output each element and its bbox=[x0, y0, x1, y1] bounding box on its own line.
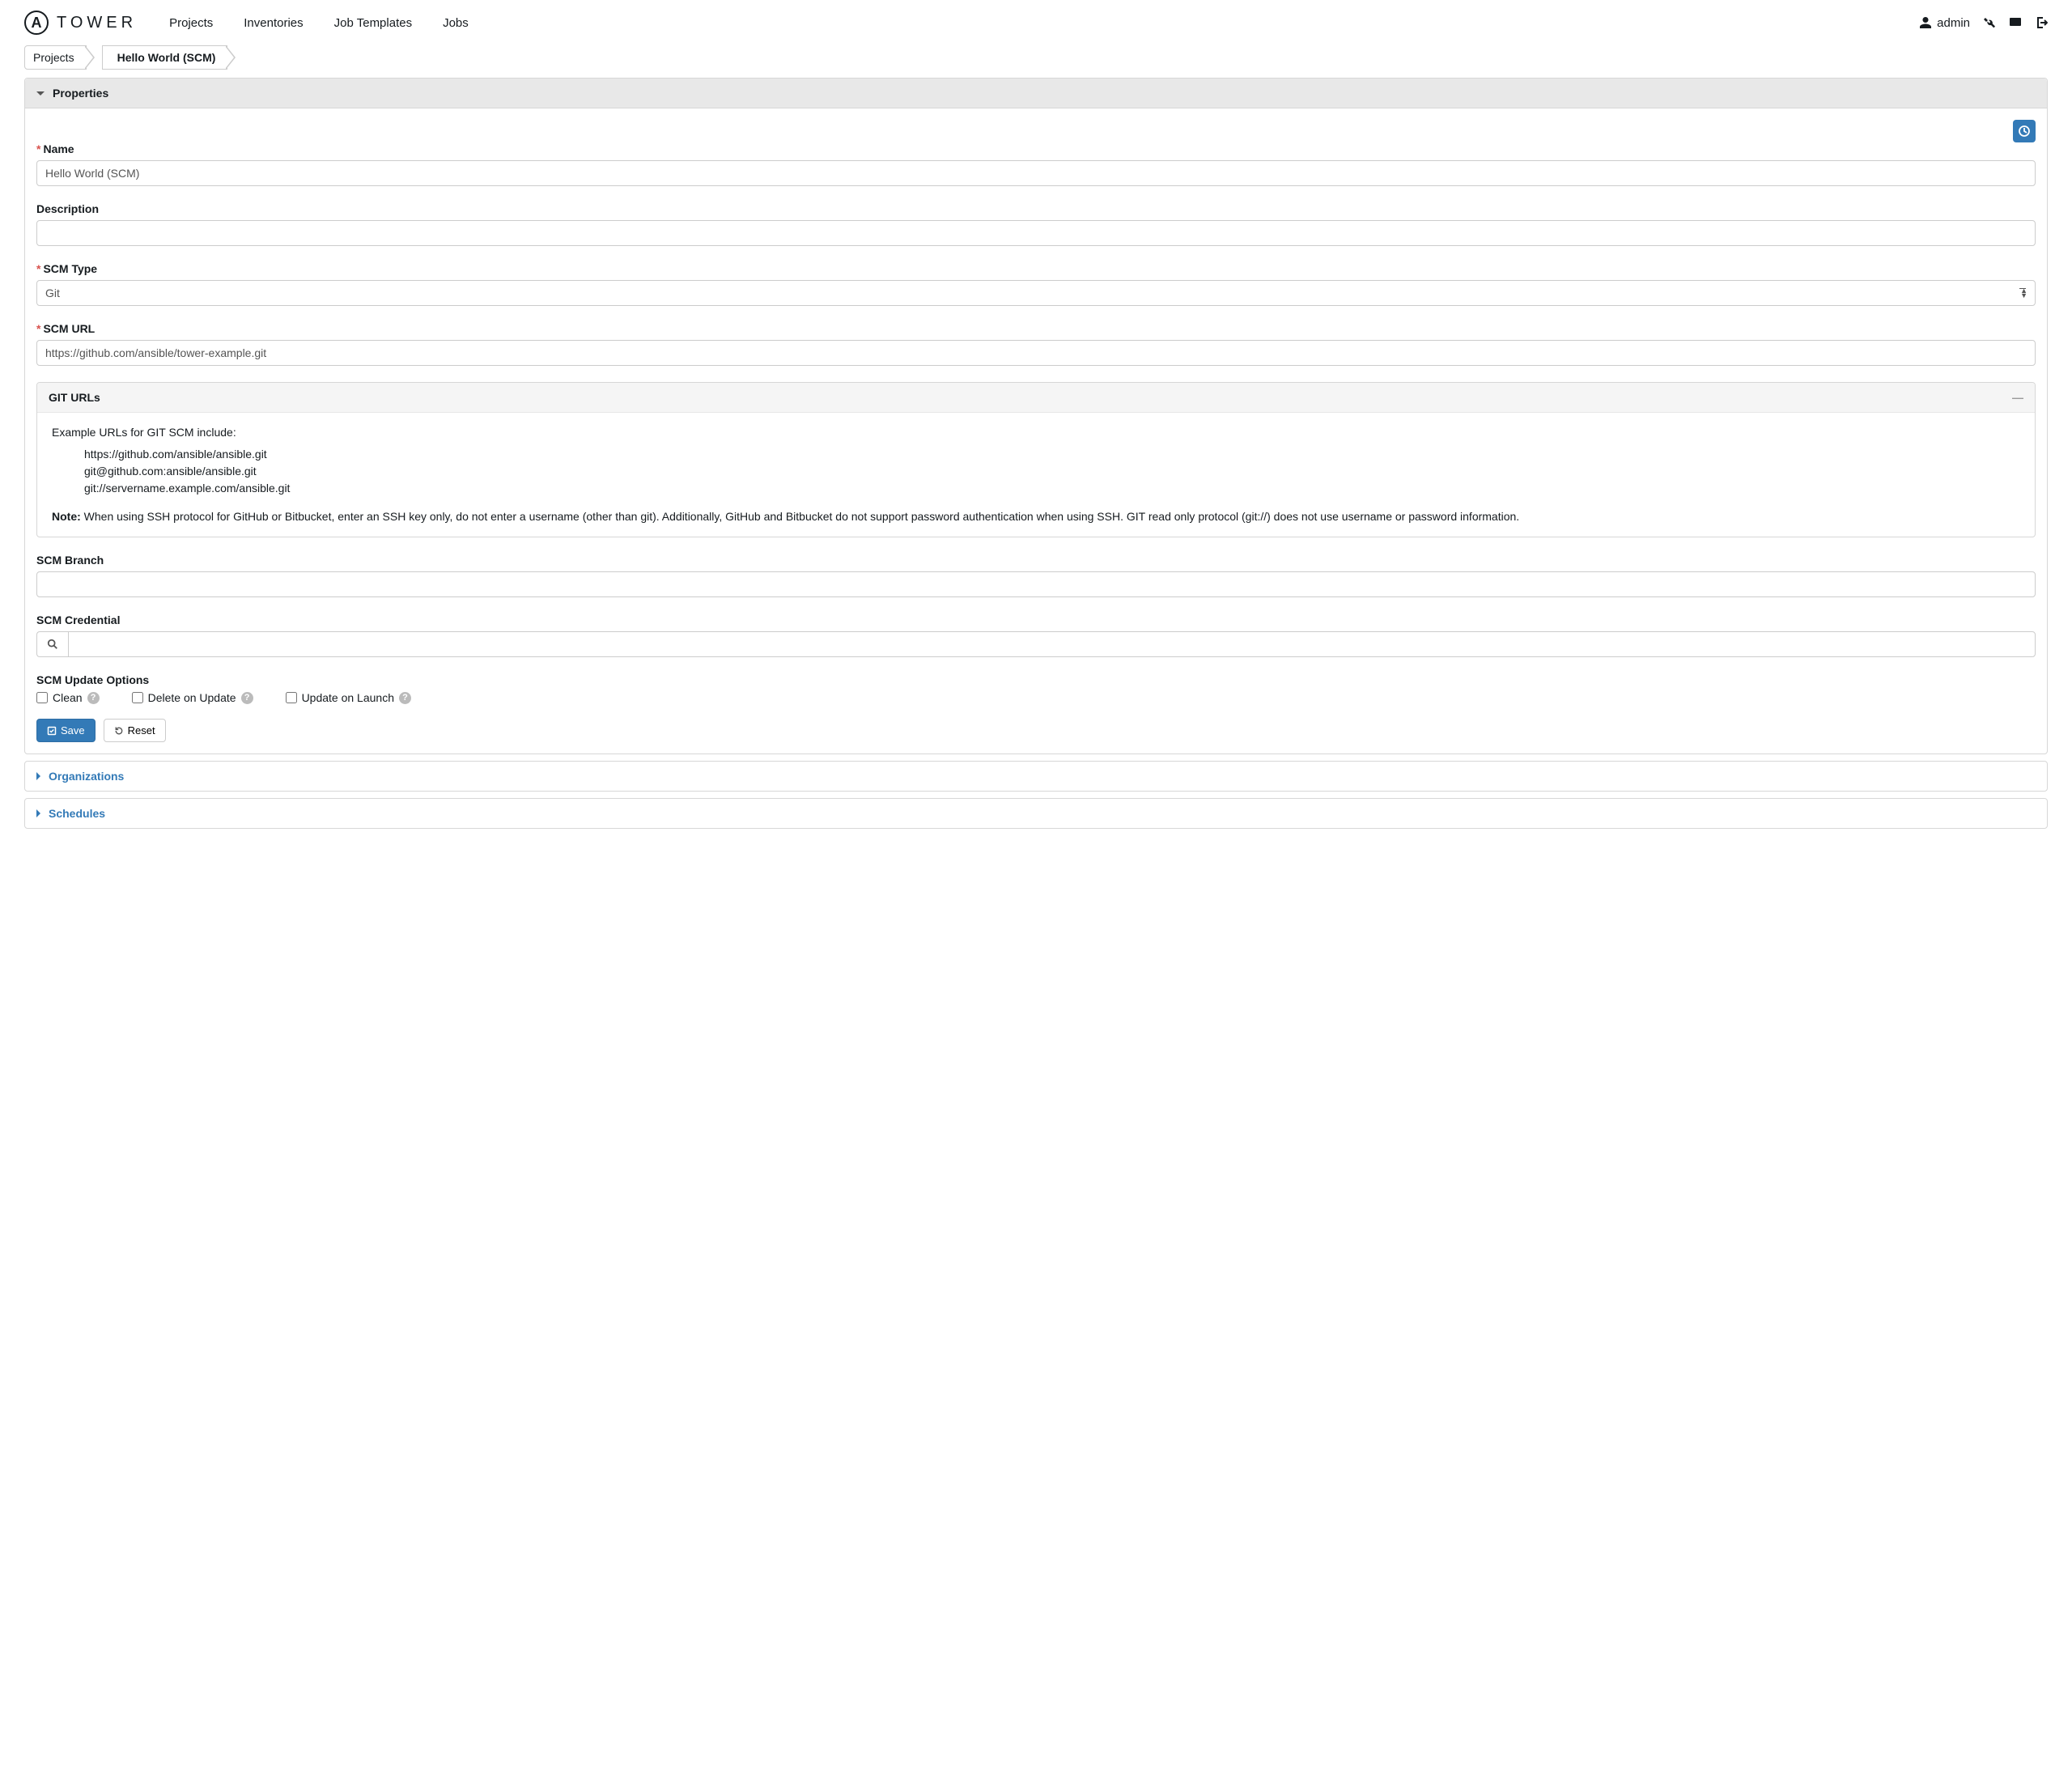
launch-label: Update on Launch bbox=[302, 691, 394, 704]
git-urls-header[interactable]: GIT URLs — bbox=[37, 383, 2035, 413]
portal-icon[interactable] bbox=[2009, 16, 2022, 29]
git-urls-note: Note: When using SSH protocol for GitHub… bbox=[52, 508, 2020, 525]
organizations-header[interactable]: Organizations bbox=[25, 762, 2047, 791]
credential-lookup-button[interactable] bbox=[36, 631, 68, 657]
user-label: admin bbox=[1937, 16, 1970, 30]
scm-credential-input[interactable] bbox=[68, 631, 2036, 657]
main: Properties Name Description SCM Type Git… bbox=[0, 70, 2072, 851]
nav-jobs[interactable]: Jobs bbox=[443, 16, 469, 30]
clean-checkbox[interactable] bbox=[36, 692, 48, 703]
launch-checkbox[interactable] bbox=[286, 692, 297, 703]
git-urls-examples: https://github.com/ansible/ansible.git g… bbox=[52, 441, 2020, 505]
scm-branch-label: SCM Branch bbox=[36, 554, 2036, 567]
scm-url-input[interactable] bbox=[36, 340, 2036, 366]
nav-projects[interactable]: Projects bbox=[169, 16, 213, 30]
setup-icon[interactable] bbox=[1983, 16, 1996, 29]
schedules-panel: Schedules bbox=[24, 798, 2048, 829]
logo-text: TOWER bbox=[57, 14, 137, 32]
help-icon[interactable]: ? bbox=[87, 692, 100, 704]
schedules-title: Schedules bbox=[49, 807, 105, 820]
breadcrumb-current: Hello World (SCM) bbox=[102, 45, 228, 70]
organizations-title: Organizations bbox=[49, 770, 124, 783]
properties-body: Name Description SCM Type Git ▲▼ SCM URL bbox=[25, 108, 2047, 754]
help-icon[interactable]: ? bbox=[241, 692, 253, 704]
scm-options-row: Clean ? Delete on Update ? Update on Lau… bbox=[36, 691, 2036, 704]
help-icon[interactable]: ? bbox=[399, 692, 411, 704]
logo[interactable]: A TOWER bbox=[24, 11, 137, 35]
scm-credential-label: SCM Credential bbox=[36, 613, 2036, 626]
delete-checkbox[interactable] bbox=[132, 692, 143, 703]
clean-label: Clean bbox=[53, 691, 83, 704]
nav-right: admin bbox=[1919, 16, 2048, 30]
form-buttons: Save Reset bbox=[36, 719, 2036, 742]
git-urls-info: GIT URLs — Example URLs for GIT SCM incl… bbox=[36, 382, 2036, 537]
chevron-right-icon bbox=[227, 45, 243, 70]
scm-update-options-label: SCM Update Options bbox=[36, 673, 2036, 686]
description-label: Description bbox=[36, 202, 2036, 215]
name-label: Name bbox=[36, 142, 2036, 155]
git-urls-intro: Example URLs for GIT SCM include: bbox=[52, 424, 2020, 441]
save-button[interactable]: Save bbox=[36, 719, 96, 742]
git-urls-body: Example URLs for GIT SCM include: https:… bbox=[37, 413, 2035, 537]
git-urls-title: GIT URLs bbox=[49, 391, 100, 404]
organizations-panel: Organizations bbox=[24, 761, 2048, 792]
activity-stream-button[interactable] bbox=[2013, 120, 2036, 142]
user-icon bbox=[1919, 16, 1932, 29]
properties-panel: Properties Name Description SCM Type Git… bbox=[24, 78, 2048, 754]
select-arrows-icon: ▲▼ bbox=[2020, 288, 2027, 298]
name-input[interactable] bbox=[36, 160, 2036, 186]
nav-inventories[interactable]: Inventories bbox=[244, 16, 303, 30]
delete-label: Delete on Update bbox=[148, 691, 236, 704]
logout-icon[interactable] bbox=[2035, 16, 2048, 29]
nav-job-templates[interactable]: Job Templates bbox=[334, 16, 412, 30]
chevron-right-icon bbox=[86, 45, 102, 70]
navbar: A TOWER Projects Inventories Job Templat… bbox=[0, 0, 2072, 45]
description-input[interactable] bbox=[36, 220, 2036, 246]
properties-header[interactable]: Properties bbox=[25, 79, 2047, 108]
properties-title: Properties bbox=[53, 87, 108, 100]
scm-type-label: SCM Type bbox=[36, 262, 2036, 275]
scm-type-select[interactable]: Git bbox=[36, 280, 2036, 306]
nav-items: Projects Inventories Job Templates Jobs bbox=[169, 16, 469, 30]
user-menu[interactable]: admin bbox=[1919, 16, 1970, 30]
breadcrumb: Projects Hello World (SCM) bbox=[0, 45, 2072, 70]
caret-down-icon bbox=[36, 91, 45, 96]
logo-icon: A bbox=[24, 11, 49, 35]
caret-right-icon bbox=[36, 809, 40, 817]
scm-branch-input[interactable] bbox=[36, 571, 2036, 597]
scm-url-label: SCM URL bbox=[36, 322, 2036, 335]
collapse-icon[interactable]: — bbox=[2012, 391, 2023, 404]
breadcrumb-root[interactable]: Projects bbox=[24, 45, 87, 70]
schedules-header[interactable]: Schedules bbox=[25, 799, 2047, 828]
reset-button[interactable]: Reset bbox=[104, 719, 166, 742]
caret-right-icon bbox=[36, 772, 40, 780]
